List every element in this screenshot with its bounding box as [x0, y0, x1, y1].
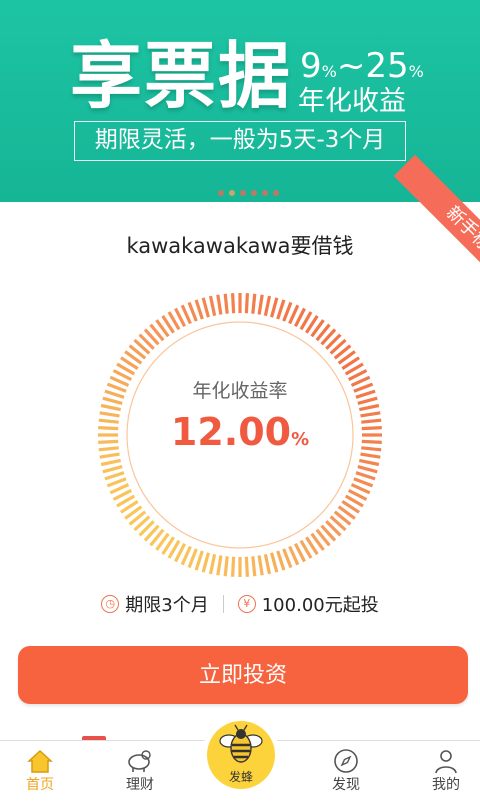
- nav-label-home: 首页: [26, 777, 54, 793]
- gauge-tick: [251, 556, 257, 577]
- gauge-tick: [257, 294, 264, 315]
- gauge-tick: [100, 458, 122, 467]
- gauge-tick: [357, 465, 378, 474]
- term-period-label: 期限3个月: [125, 595, 209, 616]
- clock-icon: ◷: [101, 595, 120, 613]
- nav-label-mine: 我的: [432, 777, 460, 793]
- gauge-tick: [216, 294, 223, 315]
- rate-gauge: 年化收益率 12.00%: [95, 290, 385, 580]
- gauge-tick: [251, 293, 257, 314]
- gauge-tick: [231, 556, 236, 577]
- gauge-tick: [355, 471, 376, 481]
- gauge-tick: [99, 452, 120, 459]
- yen-icon: ¥: [237, 595, 256, 613]
- carousel-dot-active: [229, 190, 235, 196]
- gauge-tick: [208, 553, 217, 575]
- gauge-tick: [102, 465, 123, 474]
- divider: [222, 595, 224, 613]
- gauge-tick: [358, 458, 380, 467]
- gauge-tick: [104, 471, 125, 481]
- gauge-tick: [187, 548, 198, 569]
- gauge-tick: [231, 293, 236, 314]
- bee-center-button[interactable]: 发蜂: [202, 716, 280, 794]
- gauge-tick: [201, 552, 210, 573]
- min-invest-label: 100.00元起投: [261, 595, 379, 616]
- gauge-tick: [282, 548, 293, 569]
- invest-now-button[interactable]: 立即投资: [18, 646, 468, 704]
- gauge-tick: [358, 403, 380, 412]
- banner-title: 享票据: [70, 34, 293, 118]
- product-terms: ◷ 期限3个月 ¥ 100.00元起投: [0, 588, 480, 620]
- gauge-tick: [263, 553, 272, 575]
- carousel-dot: [273, 190, 279, 196]
- gauge-tick: [106, 477, 127, 488]
- carousel-dot: [251, 190, 257, 196]
- nav-label-finance: 理财: [126, 777, 154, 793]
- gauge-tick: [276, 550, 286, 571]
- bee-icon: [219, 724, 263, 763]
- gauge-tick: [187, 301, 198, 322]
- gauge-tick: [353, 477, 374, 488]
- term-min-invest: ¥ 100.00元起投: [237, 591, 379, 617]
- banner-subtitle: 期限灵活，一般为5天-3个月: [74, 121, 406, 161]
- gauge-tick: [263, 295, 272, 317]
- carousel-indicator: [218, 190, 279, 196]
- gauge-tick: [360, 452, 381, 459]
- gauge-tick: [194, 550, 204, 571]
- piggy-bank-icon: [128, 750, 151, 772]
- compass-icon: [334, 749, 358, 773]
- bee-circle: 发蜂: [207, 721, 275, 789]
- carousel-dot: [262, 190, 268, 196]
- gauge-tick: [223, 293, 229, 314]
- person-icon: [435, 750, 457, 774]
- gauge-tick: [194, 299, 204, 320]
- nav-item-discover[interactable]: 发现: [306, 743, 386, 801]
- nav-item-home[interactable]: 首页: [0, 743, 80, 801]
- gauge-tick: [216, 555, 223, 576]
- carousel-dot: [240, 190, 246, 196]
- gauge-tick: [282, 301, 293, 322]
- carousel-dot: [218, 190, 224, 196]
- rate-label: 年化收益率: [192, 380, 288, 402]
- product-title[interactable]: kawakawakawa要借钱: [0, 230, 480, 262]
- gauge-tick: [100, 403, 122, 412]
- banner-rate-label: 年化收益: [298, 86, 406, 117]
- nav-label-bee: 发蜂: [228, 770, 253, 784]
- gauge-tick: [244, 293, 249, 314]
- gauge-tick: [270, 552, 279, 573]
- gauge-tick: [201, 297, 210, 318]
- gauge-tick: [208, 295, 217, 317]
- gauge-tick: [257, 555, 264, 576]
- term-period: ◷ 期限3个月: [101, 591, 209, 617]
- nav-item-mine[interactable]: 我的: [406, 743, 480, 801]
- nav-item-finance[interactable]: 理财: [100, 743, 180, 801]
- gauge-tick: [270, 297, 279, 318]
- gauge-tick: [276, 299, 286, 320]
- gauge-tick: [244, 556, 249, 577]
- rate-value: 12.00%: [170, 410, 310, 454]
- nav-label-discover: 发现: [332, 777, 360, 793]
- home-icon: [27, 749, 53, 773]
- gauge-tick: [223, 556, 229, 577]
